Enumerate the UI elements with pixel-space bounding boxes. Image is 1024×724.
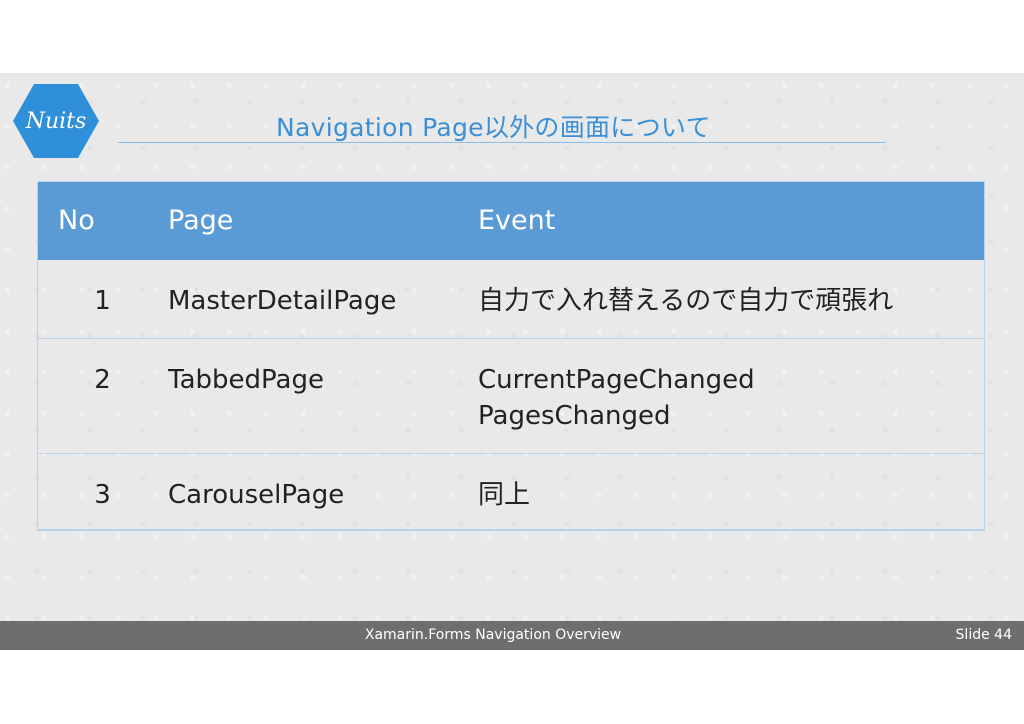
event-line: PagesChanged: [478, 400, 671, 431]
slide-label: Slide: [955, 627, 990, 643]
slide-number: Slide 44: [956, 627, 1012, 643]
footer-bar: Xamarin.Forms Navigation Overview Slide …: [0, 621, 1024, 650]
slide: Nuits Navigation Page以外の画面について No Page E…: [0, 73, 1024, 650]
event-line: 自力で入れ替えるので自力で頑張れ: [478, 286, 894, 316]
cell-event: 自力で入れ替えるので自力で頑張れ: [478, 260, 985, 339]
cell-event: 同上: [478, 453, 985, 531]
header-event: Event: [478, 205, 556, 236]
title-underline: [118, 142, 886, 143]
cell-page: CarouselPage: [168, 453, 478, 531]
table-header-row: No Page Event: [37, 181, 985, 260]
cell-no: 1: [37, 260, 168, 339]
cell-event: CurrentPageChanged PagesChanged: [478, 338, 985, 454]
header-page: Page: [168, 205, 234, 236]
page-title: Navigation Page以外の画面について: [276, 113, 711, 142]
footer-title: Xamarin.Forms Navigation Overview: [364, 627, 622, 643]
hexagon-logo-icon: Nuits: [13, 84, 99, 158]
table-row: 3 CarouselPage 同上: [37, 453, 985, 531]
event-line: CurrentPageChanged: [478, 364, 755, 395]
table-row: 2 TabbedPage CurrentPageChanged PagesCha…: [37, 338, 985, 454]
logo-text: Nuits: [25, 109, 87, 134]
table-row: 1 MasterDetailPage 自力で入れ替えるので自力で頑張れ: [37, 260, 985, 339]
events-table: No Page Event 1 MasterDetailPage 自力で入れ替え…: [37, 181, 985, 531]
header-no: No: [58, 205, 95, 236]
nuits-logo: Nuits: [12, 82, 100, 160]
cell-no: 2: [37, 338, 168, 454]
cell-page: TabbedPage: [168, 338, 478, 454]
cell-page: MasterDetailPage: [168, 260, 478, 339]
cell-no: 3: [37, 453, 168, 531]
event-line: 同上: [478, 479, 531, 510]
slide-number-value: 44: [994, 627, 1012, 643]
